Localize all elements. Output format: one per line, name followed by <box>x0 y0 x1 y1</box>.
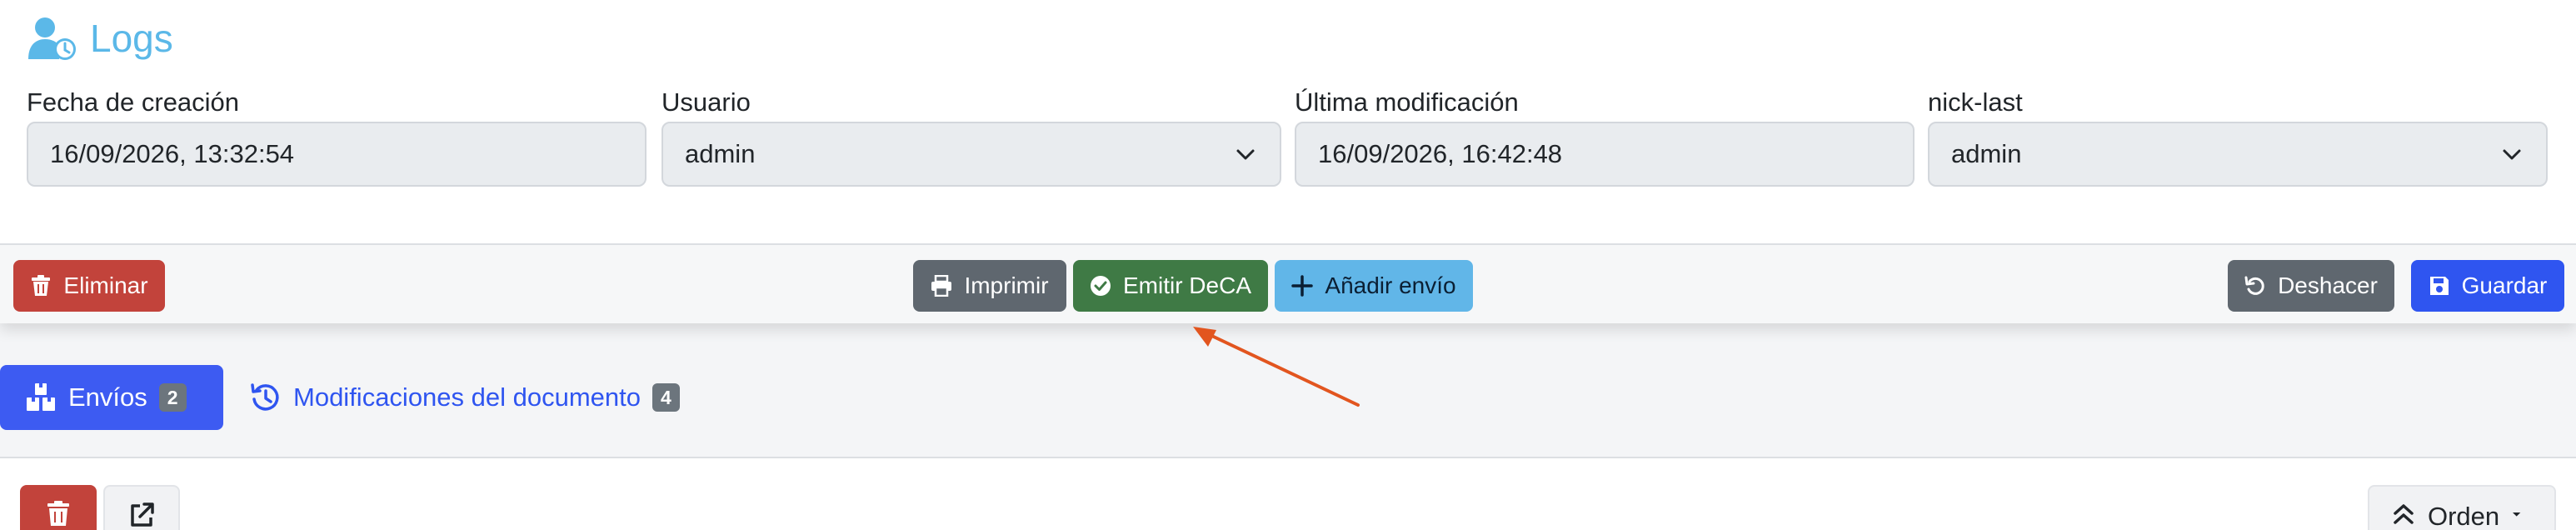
user-label: Usuario <box>661 88 751 117</box>
add-shipment-button[interactable]: Añadir envío <box>1275 260 1473 312</box>
print-button[interactable]: Imprimir <box>913 260 1066 312</box>
creation-date-value: 16/09/2026, 13:32:54 <box>50 139 295 168</box>
save-button-label: Guardar <box>2461 272 2548 298</box>
tab-shipments-label: Envíos <box>68 382 147 412</box>
last-modified-field: Última modificación 16/09/2026, 16:42:48 <box>1295 83 1915 187</box>
print-button-label: Imprimir <box>964 272 1049 298</box>
emit-deca-button-label: Emitir DeCA <box>1122 272 1251 298</box>
chevrons-up-icon <box>2394 504 2414 524</box>
trash-icon <box>32 275 51 296</box>
action-toolbar: Eliminar Imprimir Emitir DeCA Añadir env… <box>0 243 2576 323</box>
logs-form-card: Logs Fecha de creación 16/09/2026, 13:32… <box>0 0 2576 323</box>
tab-document-changes-label: Modificaciones del documento <box>293 382 642 412</box>
chevron-down-icon <box>2503 149 2521 160</box>
creation-date-field: Fecha de creación 16/09/2026, 13:32:54 <box>27 83 646 187</box>
nick-last-select-value: admin <box>1951 139 2022 168</box>
nick-last-select[interactable]: admin <box>1928 122 2548 187</box>
delete-button-label: Eliminar <box>63 272 148 298</box>
save-button[interactable]: Guardar <box>2411 260 2564 312</box>
order-dropdown-button[interactable]: Orden <box>2368 485 2556 530</box>
page-title: Logs <box>27 13 173 63</box>
nick-last-field: nick-last admin <box>1928 83 2548 187</box>
add-shipment-button-label: Añadir envío <box>1325 272 1456 298</box>
tab-document-changes-count-badge: 4 <box>652 383 680 412</box>
nick-last-label: nick-last <box>1928 88 2023 117</box>
last-modified-label: Última modificación <box>1295 88 1519 117</box>
user-field: Usuario admin <box>661 83 1281 187</box>
delete-button[interactable]: Eliminar <box>13 260 165 312</box>
creation-date-input[interactable]: 16/09/2026, 13:32:54 <box>27 122 646 187</box>
last-modified-input[interactable]: 16/09/2026, 16:42:48 <box>1295 122 1915 187</box>
tab-shipments-count-badge: 2 <box>158 383 187 412</box>
open-external-button[interactable] <box>103 485 180 530</box>
user-clock-icon <box>28 18 76 60</box>
annotation-arrow <box>1193 327 1360 407</box>
check-circle-icon <box>1090 276 1111 296</box>
creation-date-label: Fecha de creación <box>27 88 240 117</box>
printer-icon <box>931 275 952 297</box>
trash-icon <box>47 501 69 526</box>
chevron-down-icon <box>1236 149 1255 160</box>
caret-down-icon <box>2513 512 2521 517</box>
page-title-text: Logs <box>90 17 173 60</box>
shipments-panel: Orden <box>0 457 2576 530</box>
order-dropdown-label: Orden <box>2428 502 2500 530</box>
save-icon <box>2429 277 2449 295</box>
tab-document-changes[interactable]: Modificaciones del documento 4 <box>250 365 680 430</box>
user-select[interactable]: admin <box>661 122 1281 187</box>
history-icon <box>251 383 279 411</box>
undo-button[interactable]: Deshacer <box>2228 260 2394 312</box>
undo-button-label: Deshacer <box>2278 272 2378 298</box>
tab-shipments[interactable]: Envíos 2 <box>0 365 223 430</box>
undo-icon <box>2244 276 2264 295</box>
boxes-icon <box>27 383 55 411</box>
user-select-value: admin <box>685 139 756 168</box>
delete-shipment-button[interactable] <box>20 485 97 530</box>
external-link-icon <box>131 502 154 527</box>
last-modified-value: 16/09/2026, 16:42:48 <box>1318 139 1563 168</box>
emit-deca-button[interactable]: Emitir DeCA <box>1073 260 1268 312</box>
plus-icon <box>1291 275 1314 297</box>
